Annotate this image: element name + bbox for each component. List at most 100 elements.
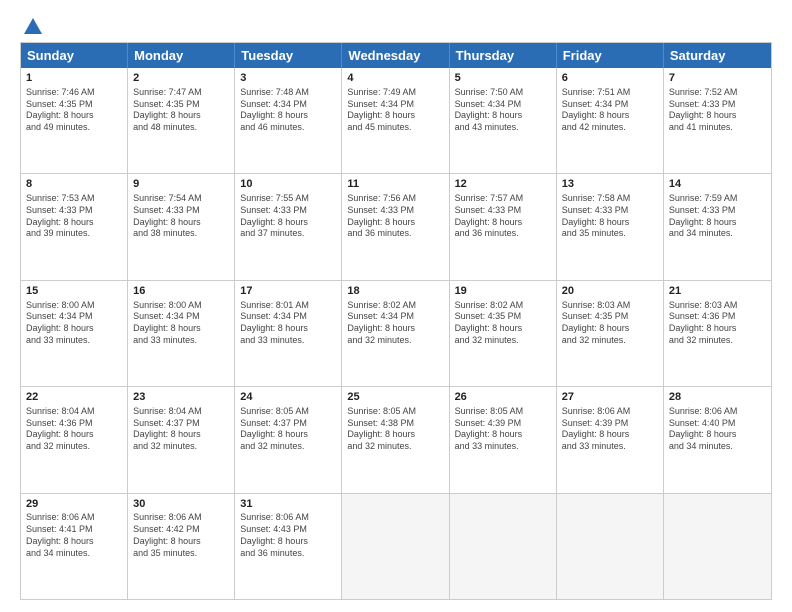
calendar-row-3: 15Sunrise: 8:00 AM Sunset: 4:34 PM Dayli… xyxy=(21,280,771,386)
calendar-cell-empty xyxy=(450,494,557,599)
day-number: 8 xyxy=(26,177,122,192)
calendar-cell-25: 25Sunrise: 8:05 AM Sunset: 4:38 PM Dayli… xyxy=(342,387,449,492)
cell-info: Sunrise: 8:05 AM Sunset: 4:39 PM Dayligh… xyxy=(455,406,551,453)
calendar-cell-empty xyxy=(664,494,771,599)
day-number: 23 xyxy=(133,390,229,405)
day-number: 27 xyxy=(562,390,658,405)
day-number: 21 xyxy=(669,284,766,299)
calendar-cell-12: 12Sunrise: 7:57 AM Sunset: 4:33 PM Dayli… xyxy=(450,174,557,279)
cell-info: Sunrise: 7:57 AM Sunset: 4:33 PM Dayligh… xyxy=(455,193,551,240)
cell-info: Sunrise: 8:01 AM Sunset: 4:34 PM Dayligh… xyxy=(240,300,336,347)
calendar-cell-26: 26Sunrise: 8:05 AM Sunset: 4:39 PM Dayli… xyxy=(450,387,557,492)
calendar-cell-14: 14Sunrise: 7:59 AM Sunset: 4:33 PM Dayli… xyxy=(664,174,771,279)
cell-info: Sunrise: 8:05 AM Sunset: 4:38 PM Dayligh… xyxy=(347,406,443,453)
header-day-friday: Friday xyxy=(557,43,664,68)
day-number: 25 xyxy=(347,390,443,405)
calendar-cell-30: 30Sunrise: 8:06 AM Sunset: 4:42 PM Dayli… xyxy=(128,494,235,599)
cell-info: Sunrise: 8:06 AM Sunset: 4:42 PM Dayligh… xyxy=(133,512,229,559)
day-number: 14 xyxy=(669,177,766,192)
cell-info: Sunrise: 7:49 AM Sunset: 4:34 PM Dayligh… xyxy=(347,87,443,134)
calendar-cell-17: 17Sunrise: 8:01 AM Sunset: 4:34 PM Dayli… xyxy=(235,281,342,386)
cell-info: Sunrise: 8:06 AM Sunset: 4:43 PM Dayligh… xyxy=(240,512,336,559)
calendar-row-5: 29Sunrise: 8:06 AM Sunset: 4:41 PM Dayli… xyxy=(21,493,771,599)
header-day-sunday: Sunday xyxy=(21,43,128,68)
day-number: 22 xyxy=(26,390,122,405)
calendar-cell-2: 2Sunrise: 7:47 AM Sunset: 4:35 PM Daylig… xyxy=(128,68,235,173)
calendar-cell-16: 16Sunrise: 8:00 AM Sunset: 4:34 PM Dayli… xyxy=(128,281,235,386)
day-number: 26 xyxy=(455,390,551,405)
day-number: 2 xyxy=(133,71,229,86)
cell-info: Sunrise: 8:00 AM Sunset: 4:34 PM Dayligh… xyxy=(133,300,229,347)
calendar-cell-21: 21Sunrise: 8:03 AM Sunset: 4:36 PM Dayli… xyxy=(664,281,771,386)
calendar-page: SundayMondayTuesdayWednesdayThursdayFrid… xyxy=(0,0,792,612)
day-number: 15 xyxy=(26,284,122,299)
day-number: 1 xyxy=(26,71,122,86)
cell-info: Sunrise: 7:50 AM Sunset: 4:34 PM Dayligh… xyxy=(455,87,551,134)
calendar-cell-5: 5Sunrise: 7:50 AM Sunset: 4:34 PM Daylig… xyxy=(450,68,557,173)
calendar-cell-31: 31Sunrise: 8:06 AM Sunset: 4:43 PM Dayli… xyxy=(235,494,342,599)
calendar-header: SundayMondayTuesdayWednesdayThursdayFrid… xyxy=(21,43,771,68)
calendar-cell-13: 13Sunrise: 7:58 AM Sunset: 4:33 PM Dayli… xyxy=(557,174,664,279)
header-day-thursday: Thursday xyxy=(450,43,557,68)
calendar-cell-19: 19Sunrise: 8:02 AM Sunset: 4:35 PM Dayli… xyxy=(450,281,557,386)
day-number: 31 xyxy=(240,497,336,512)
calendar-cell-20: 20Sunrise: 8:03 AM Sunset: 4:35 PM Dayli… xyxy=(557,281,664,386)
cell-info: Sunrise: 7:52 AM Sunset: 4:33 PM Dayligh… xyxy=(669,87,766,134)
calendar-cell-22: 22Sunrise: 8:04 AM Sunset: 4:36 PM Dayli… xyxy=(21,387,128,492)
calendar-cell-24: 24Sunrise: 8:05 AM Sunset: 4:37 PM Dayli… xyxy=(235,387,342,492)
calendar-cell-1: 1Sunrise: 7:46 AM Sunset: 4:35 PM Daylig… xyxy=(21,68,128,173)
calendar-row-2: 8Sunrise: 7:53 AM Sunset: 4:33 PM Daylig… xyxy=(21,173,771,279)
calendar-row-1: 1Sunrise: 7:46 AM Sunset: 4:35 PM Daylig… xyxy=(21,68,771,173)
calendar-cell-6: 6Sunrise: 7:51 AM Sunset: 4:34 PM Daylig… xyxy=(557,68,664,173)
day-number: 6 xyxy=(562,71,658,86)
calendar-cell-29: 29Sunrise: 8:06 AM Sunset: 4:41 PM Dayli… xyxy=(21,494,128,599)
day-number: 19 xyxy=(455,284,551,299)
day-number: 24 xyxy=(240,390,336,405)
calendar-cell-10: 10Sunrise: 7:55 AM Sunset: 4:33 PM Dayli… xyxy=(235,174,342,279)
cell-info: Sunrise: 8:04 AM Sunset: 4:36 PM Dayligh… xyxy=(26,406,122,453)
calendar-cell-9: 9Sunrise: 7:54 AM Sunset: 4:33 PM Daylig… xyxy=(128,174,235,279)
cell-info: Sunrise: 8:03 AM Sunset: 4:35 PM Dayligh… xyxy=(562,300,658,347)
cell-info: Sunrise: 8:02 AM Sunset: 4:35 PM Dayligh… xyxy=(455,300,551,347)
calendar-cell-3: 3Sunrise: 7:48 AM Sunset: 4:34 PM Daylig… xyxy=(235,68,342,173)
cell-info: Sunrise: 7:48 AM Sunset: 4:34 PM Dayligh… xyxy=(240,87,336,134)
day-number: 9 xyxy=(133,177,229,192)
calendar-cell-28: 28Sunrise: 8:06 AM Sunset: 4:40 PM Dayli… xyxy=(664,387,771,492)
day-number: 29 xyxy=(26,497,122,512)
day-number: 4 xyxy=(347,71,443,86)
calendar-body: 1Sunrise: 7:46 AM Sunset: 4:35 PM Daylig… xyxy=(21,68,771,599)
calendar-cell-18: 18Sunrise: 8:02 AM Sunset: 4:34 PM Dayli… xyxy=(342,281,449,386)
cell-info: Sunrise: 7:46 AM Sunset: 4:35 PM Dayligh… xyxy=(26,87,122,134)
cell-info: Sunrise: 7:47 AM Sunset: 4:35 PM Dayligh… xyxy=(133,87,229,134)
cell-info: Sunrise: 7:59 AM Sunset: 4:33 PM Dayligh… xyxy=(669,193,766,240)
calendar-row-4: 22Sunrise: 8:04 AM Sunset: 4:36 PM Dayli… xyxy=(21,386,771,492)
day-number: 7 xyxy=(669,71,766,86)
cell-info: Sunrise: 7:56 AM Sunset: 4:33 PM Dayligh… xyxy=(347,193,443,240)
calendar-cell-4: 4Sunrise: 7:49 AM Sunset: 4:34 PM Daylig… xyxy=(342,68,449,173)
cell-info: Sunrise: 8:00 AM Sunset: 4:34 PM Dayligh… xyxy=(26,300,122,347)
day-number: 30 xyxy=(133,497,229,512)
day-number: 13 xyxy=(562,177,658,192)
day-number: 12 xyxy=(455,177,551,192)
day-number: 20 xyxy=(562,284,658,299)
logo-icon xyxy=(22,16,44,38)
day-number: 28 xyxy=(669,390,766,405)
cell-info: Sunrise: 8:05 AM Sunset: 4:37 PM Dayligh… xyxy=(240,406,336,453)
calendar-cell-empty xyxy=(342,494,449,599)
header-day-monday: Monday xyxy=(128,43,235,68)
calendar-cell-15: 15Sunrise: 8:00 AM Sunset: 4:34 PM Dayli… xyxy=(21,281,128,386)
day-number: 16 xyxy=(133,284,229,299)
calendar-cell-27: 27Sunrise: 8:06 AM Sunset: 4:39 PM Dayli… xyxy=(557,387,664,492)
header-day-tuesday: Tuesday xyxy=(235,43,342,68)
calendar-cell-empty xyxy=(557,494,664,599)
day-number: 11 xyxy=(347,177,443,192)
calendar: SundayMondayTuesdayWednesdayThursdayFrid… xyxy=(20,42,772,600)
cell-info: Sunrise: 7:58 AM Sunset: 4:33 PM Dayligh… xyxy=(562,193,658,240)
logo xyxy=(20,16,44,34)
day-number: 3 xyxy=(240,71,336,86)
calendar-cell-7: 7Sunrise: 7:52 AM Sunset: 4:33 PM Daylig… xyxy=(664,68,771,173)
day-number: 17 xyxy=(240,284,336,299)
cell-info: Sunrise: 8:06 AM Sunset: 4:41 PM Dayligh… xyxy=(26,512,122,559)
cell-info: Sunrise: 8:04 AM Sunset: 4:37 PM Dayligh… xyxy=(133,406,229,453)
calendar-cell-8: 8Sunrise: 7:53 AM Sunset: 4:33 PM Daylig… xyxy=(21,174,128,279)
